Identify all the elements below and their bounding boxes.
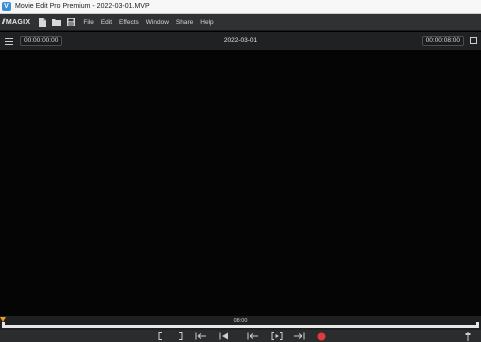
timeline-marker-label: 08:00 bbox=[233, 318, 248, 324]
menu-file[interactable]: File bbox=[83, 19, 93, 26]
mark-in-icon[interactable] bbox=[156, 331, 164, 341]
menu-effects[interactable]: Effects bbox=[119, 19, 139, 26]
window-title-bar: V Movie Edit Pro Premium - 2022-03-01.MV… bbox=[0, 0, 481, 14]
save-icon[interactable] bbox=[66, 18, 75, 27]
menu-window[interactable]: Window bbox=[146, 19, 169, 26]
video-preview-area[interactable] bbox=[0, 50, 481, 316]
magix-logo-mark: // bbox=[2, 18, 5, 26]
total-duration-timecode[interactable]: 00:00:08:00 bbox=[421, 36, 464, 46]
menu-help[interactable]: Help bbox=[200, 19, 213, 26]
menu-share[interactable]: Share bbox=[176, 19, 193, 26]
new-file-icon[interactable] bbox=[38, 17, 47, 27]
playhead-marker-icon[interactable] bbox=[0, 317, 6, 322]
jump-to-in-icon[interactable] bbox=[194, 331, 208, 341]
timeline-end-handle[interactable] bbox=[476, 322, 479, 328]
menu-bar: // MAGIX File Edit Effects Window Share … bbox=[0, 14, 481, 31]
magix-logo: // MAGIX bbox=[2, 19, 30, 26]
mark-out-icon[interactable] bbox=[176, 331, 184, 341]
magix-logo-text: MAGIX bbox=[5, 18, 31, 26]
timeline-track[interactable] bbox=[2, 325, 479, 328]
project-name: 2022-03-01 bbox=[223, 37, 258, 44]
preview-timeline[interactable]: 08:00 bbox=[0, 316, 481, 330]
window-title: Movie Edit Pro Premium - 2022-03-01.MVP bbox=[15, 3, 150, 10]
play-range-icon[interactable] bbox=[270, 331, 284, 341]
previous-marker-icon[interactable] bbox=[246, 331, 260, 341]
main-menu: File Edit Effects Window Share Help bbox=[83, 19, 213, 26]
menu-edit[interactable]: Edit bbox=[101, 19, 112, 26]
timeline-start-handle[interactable] bbox=[2, 322, 5, 328]
jump-to-start-icon[interactable] bbox=[218, 331, 230, 341]
preview-monitor-header: 00:00:00:00 2022-03-01 00:00:08:00 bbox=[0, 32, 481, 50]
undock-monitor-icon[interactable] bbox=[470, 37, 477, 44]
mixer-icon[interactable] bbox=[462, 331, 474, 341]
magix-app-icon[interactable]: V bbox=[2, 2, 11, 11]
open-folder-icon[interactable] bbox=[52, 18, 62, 27]
record-icon[interactable] bbox=[315, 331, 327, 341]
transport-controls bbox=[0, 330, 481, 342]
next-marker-icon[interactable] bbox=[292, 331, 306, 341]
